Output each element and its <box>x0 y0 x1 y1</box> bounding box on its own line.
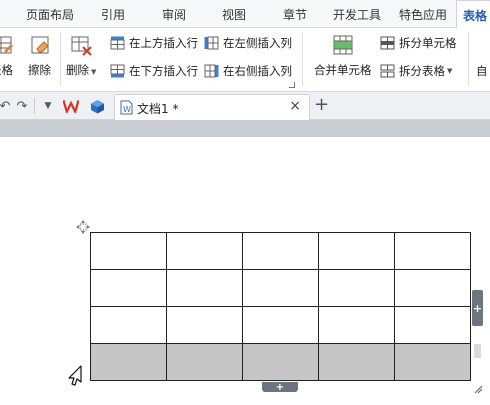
split-table-button[interactable]: 拆分表格 ▼ <box>380 62 452 80</box>
delete-button[interactable]: 删除 ▼ <box>66 34 96 78</box>
auto-fit-label: 自 <box>476 64 488 78</box>
table-cell[interactable] <box>242 269 319 307</box>
draw-table-icon <box>0 34 13 56</box>
erase-label: 擦除 <box>28 63 51 77</box>
table-cell-selected[interactable] <box>394 343 471 381</box>
insert-row-below-icon <box>110 64 125 78</box>
tab-page-layout[interactable]: 页面布局 <box>26 0 74 28</box>
table-cell-selected[interactable] <box>90 343 167 381</box>
insert-col-right-button[interactable]: 在右侧插入列 <box>204 62 292 80</box>
delete-table-icon <box>70 34 92 56</box>
ribbon: 表格 擦除 删除▼ 在上方插入行 在下方插入行 在左侧插入列 在右侧插入列 <box>0 28 490 92</box>
table-cell-selected[interactable] <box>242 343 319 381</box>
menu-bar: 页面布局 引用 审阅 视图 章节 开发工具 特色应用 表格 <box>0 0 490 29</box>
insert-row-below-button[interactable]: 在下方插入行 <box>110 62 198 80</box>
wps-logo-icon[interactable] <box>63 98 79 114</box>
tab-chapter[interactable]: 章节 <box>283 0 307 28</box>
delete-label: 删除 <box>66 63 89 77</box>
ribbon-separator <box>302 32 303 86</box>
tab-references[interactable]: 引用 <box>101 0 125 28</box>
table-cell[interactable] <box>166 269 243 307</box>
insert-row-below-label: 在下方插入行 <box>129 64 198 78</box>
table-cell[interactable] <box>318 269 395 307</box>
close-tab-icon[interactable]: × <box>289 98 301 114</box>
chevron-down-icon[interactable]: ▼ <box>447 67 452 75</box>
split-cells-button[interactable]: 拆分单元格 <box>380 34 457 52</box>
document-icon: W <box>120 100 133 118</box>
table-cell[interactable] <box>166 232 243 270</box>
draw-table-button[interactable]: 表格 <box>0 34 13 78</box>
table-cell[interactable] <box>166 306 243 344</box>
tab-special-apps[interactable]: 特色应用 <box>399 0 447 28</box>
tab-view[interactable]: 视图 <box>222 0 246 28</box>
insert-row-above-button[interactable]: 在上方插入行 <box>110 34 198 52</box>
cube-app-icon[interactable] <box>89 98 105 114</box>
table-move-handle-icon[interactable] <box>75 219 91 235</box>
insert-row-above-label: 在上方插入行 <box>129 36 198 50</box>
split-cells-icon <box>380 36 395 50</box>
table-cell-selected[interactable] <box>318 343 395 381</box>
undo-icon[interactable]: ↶ <box>0 98 13 114</box>
table-row[interactable] <box>90 232 471 270</box>
table-cell[interactable] <box>318 232 395 270</box>
table-row[interactable] <box>90 306 471 344</box>
table-cell[interactable] <box>90 269 167 307</box>
auto-fit-button[interactable]: 自 <box>476 62 488 80</box>
mouse-cursor-icon <box>67 364 83 386</box>
table-row[interactable] <box>90 343 471 381</box>
table-cell[interactable] <box>318 306 395 344</box>
quick-access-dropdown-icon[interactable]: ▼ <box>40 98 56 114</box>
erase-button[interactable]: 擦除 <box>28 34 51 78</box>
dialog-launcher-icon[interactable] <box>289 82 295 88</box>
table-cell[interactable] <box>394 269 471 307</box>
chevron-down-icon[interactable]: ▼ <box>91 68 96 76</box>
add-row-handle[interactable]: + <box>262 382 298 393</box>
insert-col-left-button[interactable]: 在左侧插入列 <box>204 34 292 52</box>
table-cell[interactable] <box>242 306 319 344</box>
table-cell[interactable] <box>90 306 167 344</box>
split-table-label: 拆分表格 <box>399 64 445 78</box>
table-resize-handle-icon[interactable] <box>474 384 483 394</box>
split-cells-label: 拆分单元格 <box>399 36 457 50</box>
ribbon-separator <box>468 32 469 86</box>
tab-developer[interactable]: 开发工具 <box>333 0 381 28</box>
eraser-icon <box>29 34 51 56</box>
merge-cells-button[interactable]: 合并单元格 <box>314 34 372 78</box>
document-title: 文档1 * <box>137 102 179 116</box>
draw-table-label: 表格 <box>0 63 13 77</box>
table-cell[interactable] <box>90 232 167 270</box>
document-tab-bar: ↶ ↷ ▼ W 文档1 * × + <box>0 92 490 120</box>
table-cell[interactable] <box>394 232 471 270</box>
table-row[interactable] <box>90 269 471 307</box>
merge-cells-icon <box>332 34 354 56</box>
toolbar-separator <box>34 98 35 114</box>
table-cell-selected[interactable] <box>166 343 243 381</box>
insert-col-right-label: 在右侧插入列 <box>223 64 292 78</box>
insert-row-above-icon <box>110 36 125 50</box>
column-handle-ghost <box>474 344 481 358</box>
insert-col-left-label: 在左侧插入列 <box>223 36 292 50</box>
table-cell[interactable] <box>394 306 471 344</box>
ribbon-separator <box>60 32 61 86</box>
add-column-handle[interactable]: + <box>472 290 483 326</box>
svg-text:W: W <box>123 105 131 114</box>
insert-col-left-icon <box>204 36 219 50</box>
insert-col-right-icon <box>204 64 219 78</box>
tab-review[interactable]: 审阅 <box>162 0 186 28</box>
merge-cells-label: 合并单元格 <box>314 63 372 77</box>
ruler-area <box>0 120 490 137</box>
new-tab-button[interactable]: + <box>314 94 329 115</box>
split-table-icon <box>380 64 395 78</box>
tab-table[interactable]: 表格 <box>456 0 490 29</box>
table-cell[interactable] <box>242 232 319 270</box>
tab-document[interactable]: W 文档1 * × <box>114 94 310 120</box>
word-table[interactable] <box>90 232 471 381</box>
redo-icon[interactable]: ↷ <box>14 98 30 114</box>
